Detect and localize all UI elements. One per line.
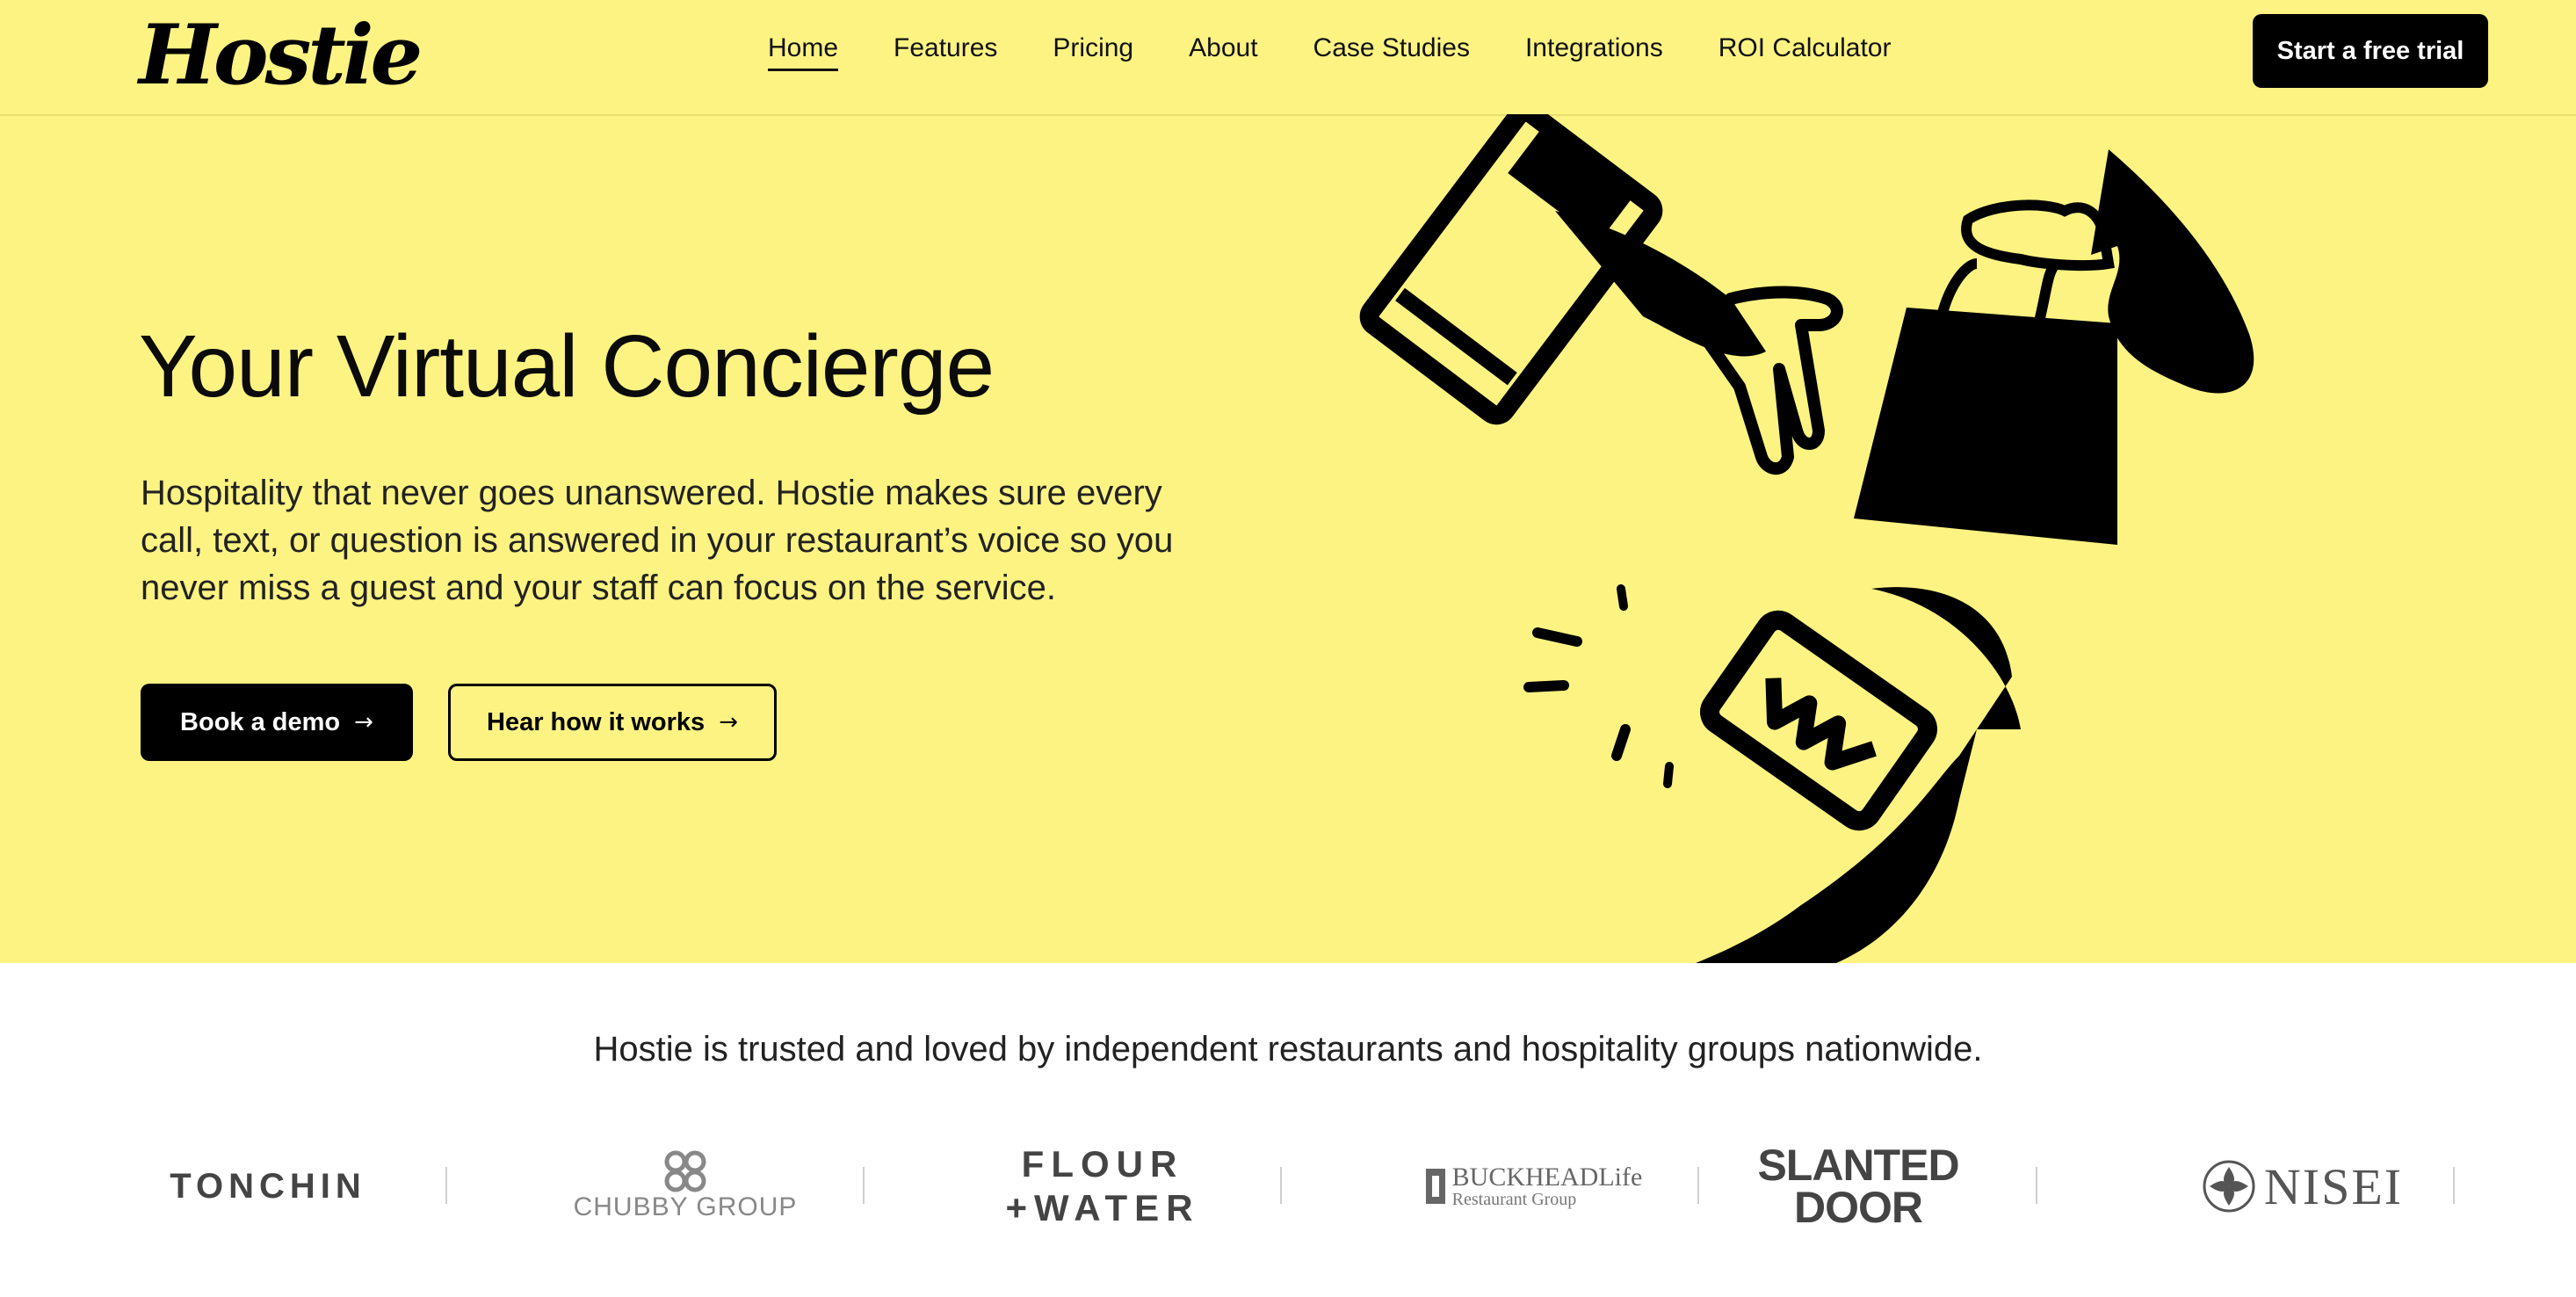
logo-divider — [1697, 1167, 1699, 1204]
chubby-group-logo: CHUBBY GROUP — [562, 1134, 808, 1239]
buckhead-main-text: BUCKHEADLife — [1451, 1163, 1643, 1192]
hero-illustration — [1359, 114, 2254, 963]
start-free-trial-button[interactable]: Start a free trial — [2253, 14, 2488, 88]
nav-link-features[interactable]: Features — [894, 33, 997, 71]
slanted-line2: DOOR — [1794, 1183, 1923, 1232]
arrow-right-icon: → — [354, 709, 373, 735]
nav-link-about[interactable]: About — [1189, 33, 1257, 71]
phone-ringing-hand-icon — [1523, 584, 2021, 963]
slanted-line1: SLANTED — [1757, 1141, 1959, 1190]
nisei-flower-icon — [2203, 1160, 2255, 1213]
hear-how-it-works-button[interactable]: Hear how it works → — [448, 684, 777, 761]
logo-divider — [1280, 1167, 1282, 1204]
flour-line2: +WATER — [1005, 1187, 1200, 1228]
flour-line1: FLOUR — [1021, 1143, 1184, 1185]
hear-how-label: Hear how it works — [487, 707, 706, 736]
chubby-group-text: CHUBBY GROUP — [573, 1192, 798, 1221]
main-nav: Home Features Pricing About Case Studies… — [768, 0, 1891, 104]
hostie-logo[interactable]: Hostie — [139, 7, 423, 104]
nav-link-pricing[interactable]: Pricing — [1053, 33, 1133, 71]
nisei-logo: NISEI — [2170, 1134, 2434, 1239]
hero-description: Hospitality that never goes unanswered. … — [141, 474, 1174, 607]
buckhead-life-logo: BUCKHEADLife Restaurant Group — [1406, 1134, 1661, 1239]
nav-link-integrations[interactable]: Integrations — [1525, 33, 1663, 71]
buckhead-sub-text: Restaurant Group — [1451, 1190, 1577, 1209]
book-demo-label: Book a demo — [180, 707, 341, 736]
trust-statement: Hostie is trusted and loved by independe… — [593, 1030, 1983, 1069]
glass-pouring-hand-icon — [1359, 114, 1843, 475]
nisei-text: NISEI — [2263, 1157, 2404, 1215]
arrow-right-icon: → — [719, 709, 738, 735]
client-logos: TONCHIN CHUBBY GROUP FLOUR +WATER BUCKHE… — [0, 1134, 2576, 1239]
logo-divider — [445, 1167, 447, 1204]
tonchin-logo: TONCHIN — [149, 1134, 387, 1239]
hero-title: Your Virtual Concierge — [139, 317, 995, 416]
clover-icon — [664, 1150, 706, 1192]
buckhead-text-group: BUCKHEADLife Restaurant Group — [1451, 1163, 1643, 1209]
logo-divider — [2036, 1167, 2037, 1204]
nav-link-case-studies[interactable]: Case Studies — [1313, 33, 1470, 71]
logo-divider — [863, 1167, 865, 1204]
tonchin-logo-text: TONCHIN — [170, 1166, 366, 1206]
nav-link-roi-calculator[interactable]: ROI Calculator — [1719, 33, 1892, 71]
nav-link-home[interactable]: Home — [768, 33, 839, 71]
logo-divider — [2453, 1167, 2455, 1204]
flour-water-logo: FLOUR +WATER — [975, 1134, 1230, 1239]
slanted-door-logo: SLANTED DOOR — [1748, 1134, 1968, 1239]
buckhead-emblem-icon — [1425, 1169, 1445, 1204]
book-demo-button[interactable]: Book a demo → — [141, 684, 413, 761]
shopping-bag-hand-icon — [1854, 149, 2254, 545]
navbar: Hostie Home Features Pricing About Case … — [0, 0, 2576, 116]
